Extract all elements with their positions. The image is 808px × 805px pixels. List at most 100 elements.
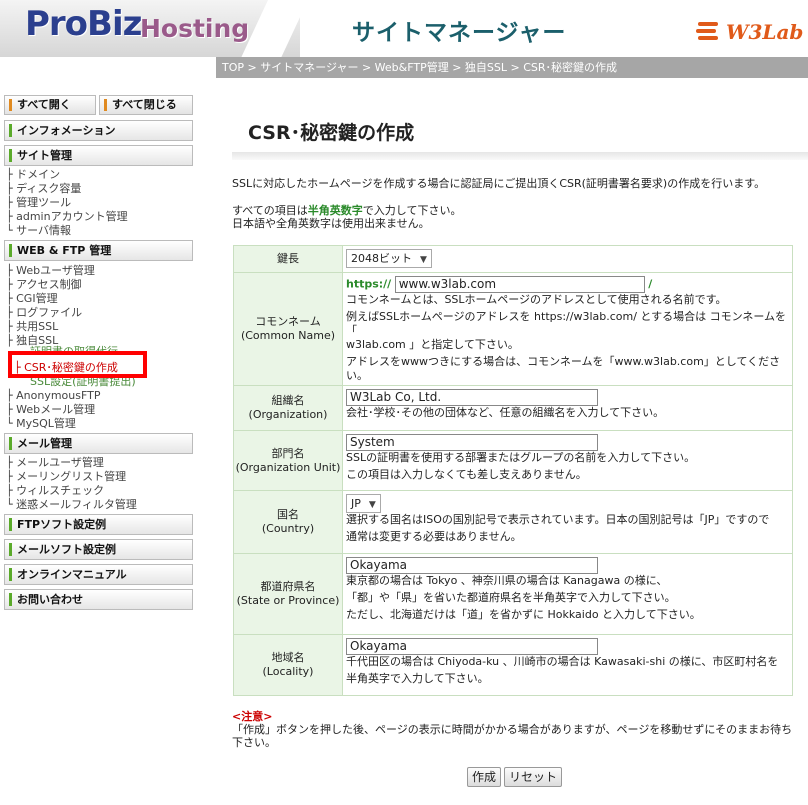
sidebar-item-spam-filter[interactable]: └ 迷惑メールフィルタ管理 — [6, 498, 137, 511]
rule-emphasis: 半角英数字 — [307, 204, 363, 217]
common-name-cell: https:// www.w3lab.com / コモンネームとは、SSLホーム… — [342, 272, 793, 386]
reset-button[interactable]: リセット — [504, 767, 563, 787]
breadcrumb[interactable]: TOP > サイトマネージャー > Web&FTP管理 > 独自SSL > CS… — [216, 57, 808, 78]
country-cell: JP ▼ 選択する国名はISOの国別記号で表示されています。日本の国別記号は「JP… — [342, 490, 793, 554]
sidebar-item-mail-users[interactable]: ├ メールユーザ管理 — [6, 456, 104, 469]
sidebar-item-mailing-list[interactable]: ├ メーリングリスト管理 — [6, 470, 126, 483]
org-unit-help-2: この項目は入力しなくても差し支えありません。 — [346, 468, 587, 481]
logo-hosting[interactable]: Hosting — [140, 14, 249, 43]
https-prefix: https:// — [346, 277, 392, 291]
form-buttons: 作成 リセット — [467, 766, 565, 787]
common-name-label: コモンネーム (Common Name) — [233, 272, 343, 386]
locality-help-2: 半角英字で入力して下さい。 — [346, 672, 489, 685]
note-line-1: 「作成」ボタンを押した後、ページの表示に時間がかかる場合がありますが、ページを移… — [232, 723, 793, 736]
active-item-highlight — [8, 351, 147, 378]
csr-form-table: 鍵長 2048ビット ▼ コモンネーム (Common Name) https://… — [233, 245, 793, 696]
intro-text: SSLに対応したホームページを作成する場合に認証局にご提出頂くCSR(証明書署名… — [232, 177, 766, 190]
state-label-jp: 都道府県名 — [260, 580, 316, 593]
row-locality: 地域名 (Locality) Okayama 千代田区の場合は Chiyoda-k… — [233, 634, 793, 696]
sidebar-section-mail[interactable]: メール管理 — [4, 433, 193, 454]
organization-label-en: (Organization) — [248, 408, 328, 421]
common-name-input[interactable]: www.w3lab.com — [394, 276, 645, 293]
sidebar-item-cgi[interactable]: ├ CGI管理 — [6, 292, 58, 305]
sidebar-item-access[interactable]: ├ アクセス制御 — [6, 278, 82, 291]
sidebar-section-web-ftp[interactable]: WEB & FTP 管理 — [4, 240, 193, 261]
sidebar-item-virus-check[interactable]: ├ ウィルスチェック — [6, 484, 104, 497]
sidebar-section-information[interactable]: インフォメーション — [4, 120, 193, 141]
org-unit-label-jp: 部門名 — [271, 446, 305, 460]
country-label: 国名 (Country) — [233, 490, 343, 554]
w3lab-text: W3Lab — [726, 20, 804, 44]
sidebar-item-server-info[interactable]: └ サーバ情報 — [6, 224, 71, 237]
org-unit-input[interactable]: System — [346, 434, 598, 451]
common-name-label-jp: コモンネーム — [255, 315, 321, 328]
org-unit-label: 部門名 (Organization Unit) — [233, 430, 343, 491]
locality-label: 地域名 (Locality) — [233, 634, 343, 696]
logo-probiz[interactable]: ProBiz — [25, 4, 142, 44]
state-input[interactable]: Okayama — [346, 557, 598, 574]
common-name-label-en: (Common Name) — [240, 329, 336, 342]
organization-help: 会社･学校･その他の団体など、任意の組織名を入力して下さい。 — [346, 406, 665, 419]
row-organization: 組織名 (Organization) W3Lab Co, Ltd. 会社･学校･そ… — [233, 385, 793, 431]
country-help-2: 通常は変更する必要はありません。 — [346, 530, 522, 543]
state-help-3: ただし、北海道だけは「道」を省かずに Hokkaido と入力して下さい。 — [346, 608, 701, 621]
create-button[interactable]: 作成 — [467, 767, 502, 787]
sidebar-section-contact[interactable]: お問い合わせ — [4, 589, 193, 610]
org-unit-label-en: (Organization Unit) — [235, 460, 341, 474]
country-label-jp: 国名 — [277, 508, 299, 521]
sidebar-item-domain[interactable]: ├ ドメイン — [6, 168, 60, 181]
rule-text-1: すべての項目は半角英数字で入力して下さい。 — [232, 204, 461, 217]
rule-text-2: 日本語や全角英数字は使用出来ません。 — [232, 217, 430, 230]
organization-label: 組織名 (Organization) — [233, 385, 343, 431]
sidebar-item-logs[interactable]: ├ ログファイル — [6, 306, 82, 319]
organization-input[interactable]: W3Lab Co, Ltd. — [346, 389, 598, 406]
sidebar-item-webmail[interactable]: ├ Webメール管理 — [6, 403, 95, 416]
sidebar-item-web-users[interactable]: ├ Webユーザ管理 — [6, 264, 95, 277]
locality-help-1: 千代田区の場合は Chiyoda-ku 、川崎市の場合は Kawasaki-sh… — [346, 655, 779, 668]
common-name-help-3: w3lab.com 」と指定して下さい。 — [346, 338, 519, 351]
sidebar-toggle-row: すべて開く すべて閉じる — [4, 95, 193, 117]
common-name-help-4: アドレスをwwwつきにする場合は、コモンネームを「www.w3lab.com」と… — [346, 355, 781, 382]
locality-input[interactable]: Okayama — [346, 638, 598, 655]
state-help-2: 「都」や「県」を省いた都道府県名を半角英字で入力して下さい。 — [346, 591, 676, 604]
key-length-select[interactable]: 2048ビット ▼ — [346, 249, 432, 268]
sidebar-section-ftp-soft[interactable]: FTPソフト設定例 — [4, 514, 193, 535]
sidebar-item-anonymous-ftp[interactable]: ├ AnonymousFTP — [6, 389, 100, 402]
state-label-en: (State or Province) — [236, 594, 340, 607]
sidebar-item-disk[interactable]: ├ ディスク容量 — [6, 182, 81, 195]
row-org-unit: 部門名 (Organization Unit) System SSLの証明書を使用… — [233, 430, 793, 491]
site-header: ProBiz Hosting サイトマネージャー W3Lab — [0, 0, 808, 57]
page-header-title: サイトマネージャー — [352, 20, 567, 46]
row-state: 都道府県名 (State or Province) Okayama 東京都の場合は… — [233, 553, 793, 635]
sidebar-item-tools[interactable]: ├ 管理ツール — [6, 196, 71, 209]
sidebar-item-admin-account[interactable]: ├ adminアカウント管理 — [6, 210, 128, 223]
key-length-label: 鍵長 — [233, 245, 343, 273]
sidebar-section-mail-soft[interactable]: メールソフト設定例 — [4, 539, 193, 560]
w3lab-logo[interactable]: W3Lab — [696, 18, 803, 48]
country-label-en: (Country) — [261, 522, 315, 535]
locality-cell: Okayama 千代田区の場合は Chiyoda-ku 、川崎市の場合は Kaw… — [342, 634, 793, 696]
note-title: <注意> — [232, 710, 273, 723]
country-value: JP — [351, 497, 361, 510]
sidebar-section-site[interactable]: サイト管理 — [4, 145, 193, 166]
state-label: 都道府県名 (State or Province) — [233, 553, 343, 635]
org-unit-cell: System SSLの証明書を使用する部署またはグループの名前を入力して下さい。… — [342, 430, 793, 491]
open-all-button[interactable]: すべて開く — [4, 95, 96, 115]
sidebar-section-manual[interactable]: オンラインマニュアル — [4, 564, 193, 585]
chevron-down-icon: ▼ — [420, 255, 427, 265]
locality-label-jp: 地域名 — [271, 651, 305, 664]
url-suffix: / — [648, 277, 653, 291]
country-select[interactable]: JP ▼ — [346, 494, 381, 513]
country-help-1: 選択する国名はISOの国別記号で表示されています。日本の国別記号は「JP」ですの… — [346, 513, 770, 526]
organization-label-jp: 組織名 — [271, 394, 305, 407]
org-unit-help-1: SSLの証明書を使用する部署またはグループの名前を入力して下さい。 — [346, 451, 696, 464]
w3lab-stripes-icon — [696, 22, 718, 40]
title-underline — [232, 152, 808, 160]
note-block: <注意> 「作成」ボタンを押した後、ページの表示に時間がかかる場合がありますが、… — [232, 710, 792, 749]
note-line-2: 下さい。 — [232, 736, 276, 749]
row-country: 国名 (Country) JP ▼ 選択する国名はISOの国別記号で表示されています… — [233, 490, 793, 554]
sidebar-item-mysql[interactable]: └ MySQL管理 — [6, 417, 76, 430]
close-all-button[interactable]: すべて閉じる — [99, 95, 193, 115]
sidebar-item-shared-ssl[interactable]: ├ 共用SSL — [6, 320, 58, 333]
locality-label-en: (Locality) — [262, 665, 314, 678]
